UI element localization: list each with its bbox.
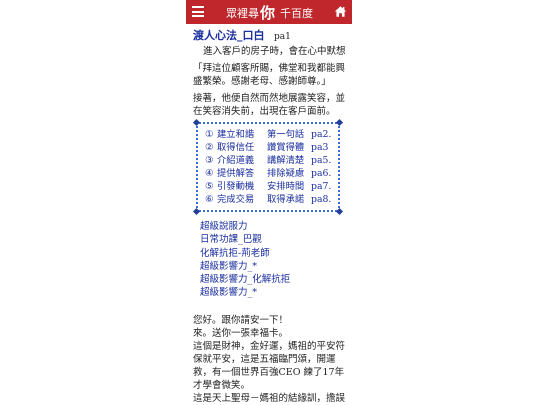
- article-content: 渡人心法_口白 pa1 進入客戶的房子時，會在心中默想 「拜這位顧客所賜，佛堂和…: [192, 28, 349, 405]
- related-link[interactable]: 超級影響力_化解抗拒: [200, 273, 349, 286]
- toc-number: ③: [205, 155, 214, 166]
- toc-left-label: 建立和諧: [217, 129, 255, 140]
- toc-list: ① 建立和諧 第一句話 pa2. ② 取得信任 讚賞得體 pa3 ③ 介紹道義 講解清楚 pa5. ④ 提…: [205, 128, 335, 206]
- toc-left-label: 介紹道義: [217, 155, 255, 166]
- toc-number: ⑤: [205, 181, 214, 192]
- toc-number: ②: [205, 142, 214, 153]
- corner-diamond: [335, 207, 344, 216]
- brand-text-you: 你: [260, 4, 276, 22]
- intro-paragraph: 進入客戶的房子時，會在心中默想: [203, 46, 346, 57]
- toc-left-label: 取得信任: [217, 142, 255, 153]
- corner-diamond: [192, 118, 201, 127]
- toc-page-ref: pa5.: [311, 155, 332, 166]
- toc-item[interactable]: ⑥ 完成交易 取得承諾 pa8.: [205, 193, 335, 206]
- toc-right-label: 讚賞得體: [267, 142, 305, 153]
- toc-item[interactable]: ⑤ 引發動機 安排時間 pa7.: [205, 180, 335, 193]
- toc-number: ①: [205, 129, 214, 140]
- corner-diamond: [335, 118, 344, 127]
- toc-right-label: 排除疑慮: [267, 168, 305, 179]
- toc-item[interactable]: ④ 提供解答 排除疑慮 pa6.: [205, 167, 335, 180]
- related-link[interactable]: 超級影響力_*: [200, 260, 349, 273]
- toc-right-label: 安排時間: [267, 181, 305, 192]
- top-navigation-bar: 眾裡尋 你 千百度: [186, 0, 352, 24]
- toc-right-label: 取得承諾: [267, 194, 305, 205]
- story-paragraph: 這是天上聖母－媽祖的結緣訓，擔誤一分鐘，簽耳壓你介紹一下，有四個: [193, 392, 346, 404]
- article-title-row: 渡人心法_口白 pa1: [193, 28, 349, 45]
- story-text: 您好。跟你請安一下！ 來。送你一張幸福卡。 這個是財神，金好運，媽祖的平安符保就平安…: [193, 314, 349, 405]
- page-column: 眾裡尋 你 千百度 渡人心法_口白 pa1 進入客戶的房子時，會在心中默想 「拜…: [186, 0, 352, 405]
- story-paragraph: 您好。跟你請安一下！: [193, 314, 289, 326]
- toc-item[interactable]: ③ 介紹道義 講解清楚 pa5.: [205, 154, 335, 167]
- related-links: 超級說服力 日常功課_巴觀 化解抗拒-荊老師 超級影響力_* 超級影響力_化解抗拒 超級影…: [200, 220, 349, 300]
- toc-left-label: 引發動機: [217, 181, 255, 192]
- article-title: 渡人心法_口白: [193, 29, 265, 42]
- story-paragraph: 來。送你一張幸福卡。: [193, 327, 289, 339]
- story-paragraph: 這個是財神，金好運，媽祖的平安符保就平安，這是五福臨門頌，開運救，有一個世界百強…: [193, 340, 346, 391]
- menu-icon[interactable]: [192, 6, 204, 17]
- toc-item[interactable]: ② 取得信任 讚賞得體 pa3: [205, 141, 335, 154]
- related-link[interactable]: 化解抗拒-荊老師: [200, 247, 349, 260]
- related-link[interactable]: 日常功課_巴觀: [200, 233, 349, 246]
- toc-number: ④: [205, 168, 214, 179]
- toc-box: ① 建立和諧 第一句話 pa2. ② 取得信任 讚賞得體 pa3 ③ 介紹道義 講解清楚 pa5. ④ 提…: [192, 118, 344, 216]
- toc-page-ref: pa6.: [311, 168, 332, 179]
- corner-diamond: [192, 207, 201, 216]
- toc-number: ⑥: [205, 194, 214, 205]
- toc-right-label: 講解清楚: [267, 155, 305, 166]
- toc-page-ref: pa2.: [311, 129, 332, 140]
- toc-page-ref: pa3: [311, 142, 329, 153]
- after-paragraph: 接著，他便自然而然地展露笑容，並在笑容消失前，出現在客戶面前。: [193, 93, 346, 117]
- brand-text-right: 千百度: [280, 7, 313, 20]
- page-reference: pa1: [274, 32, 291, 42]
- toc-page-ref: pa8.: [311, 194, 332, 205]
- toc-left-label: 提供解答: [217, 168, 255, 179]
- toc-right-label: 第一句話: [267, 129, 305, 140]
- home-icon[interactable]: [334, 5, 347, 18]
- toc-left-label: 完成交易: [217, 194, 255, 205]
- quote-paragraph: 「拜這位顧客所賜，佛堂和我都能興盛繁榮。感謝老母、感謝師尊。」: [193, 63, 346, 87]
- toc-page-ref: pa7.: [311, 181, 332, 192]
- related-link[interactable]: 超級說服力: [200, 220, 349, 233]
- brand-text-left: 眾裡尋: [226, 7, 259, 20]
- related-link[interactable]: 超級影響力_*: [200, 286, 349, 299]
- toc-item[interactable]: ① 建立和諧 第一句話 pa2.: [205, 128, 335, 141]
